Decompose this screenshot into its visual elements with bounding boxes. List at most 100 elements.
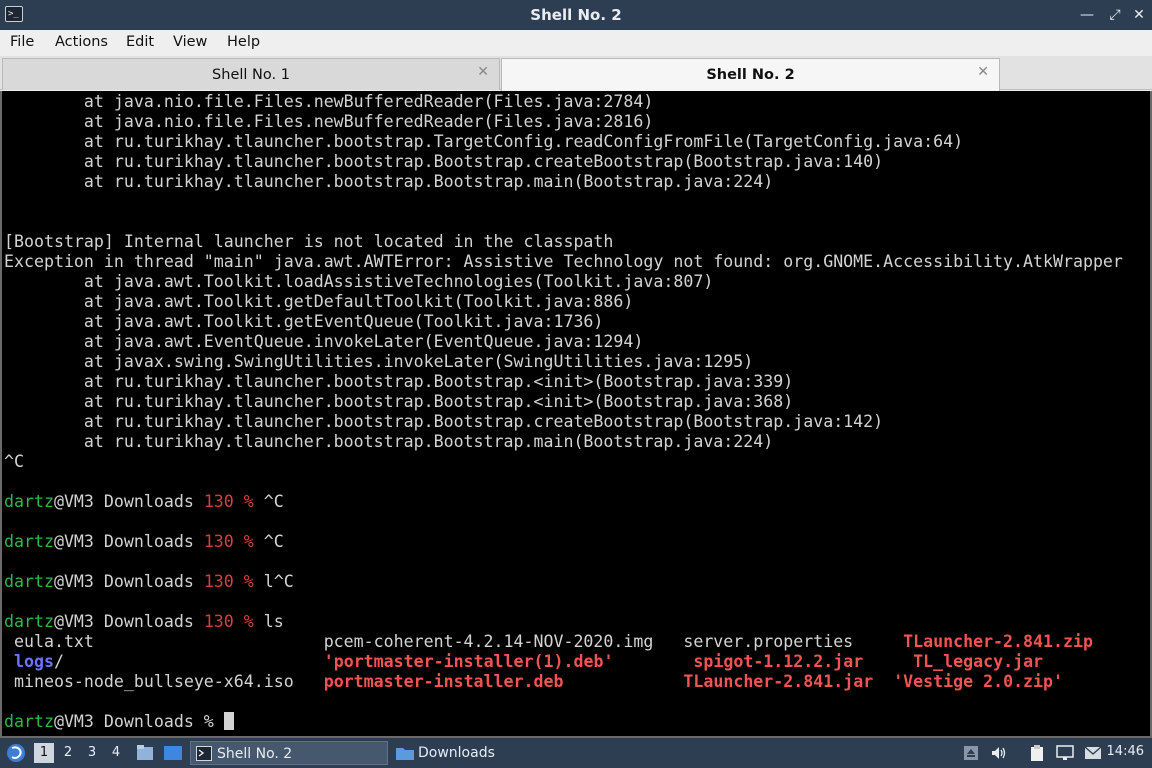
terminal-line: logs/ 'portmaster-installer(1).deb' spig… <box>4 652 1043 672</box>
menu-actions[interactable]: Actions <box>55 34 108 50</box>
app-menu-icon[interactable] <box>5 742 27 764</box>
terminal-output[interactable]: at java.nio.file.Files.newBufferedReader… <box>0 91 1152 738</box>
terminal-line: eula.txt pcem-coherent-4.2.14-NOV-2020.i… <box>4 632 1093 652</box>
terminal-line: at java.nio.file.Files.newBufferedReader… <box>4 92 653 112</box>
tab-shell-2[interactable]: Shell No. 2 ✕ <box>501 58 1000 91</box>
task-shell-no-2[interactable]: Shell No. 2 <box>190 741 388 765</box>
terminal-line: at ru.turikhay.tlauncher.bootstrap.Boots… <box>4 172 773 192</box>
tab-close-icon[interactable]: ✕ <box>977 64 989 80</box>
terminal-text: 130 % <box>203 532 254 551</box>
terminal-text: 130 % <box>203 572 254 591</box>
menu-view[interactable]: View <box>173 34 207 50</box>
menu-file[interactable]: File <box>10 34 34 50</box>
terminal-text: TLauncher-2.841.zip <box>903 632 1093 651</box>
terminal-text: logs <box>14 652 54 671</box>
terminal-icon <box>196 746 212 761</box>
terminal-text: ^C <box>4 452 24 471</box>
clock[interactable]: 14:46 <box>1107 744 1144 759</box>
terminal-text: at ru.turikhay.tlauncher.bootstrap.Boots… <box>4 392 794 411</box>
terminal-line: at java.awt.Toolkit.getDefaultToolkit(To… <box>4 292 633 312</box>
volume-icon[interactable] <box>990 744 1008 762</box>
terminal-text: at ru.turikhay.tlauncher.bootstrap.Boots… <box>4 372 794 391</box>
terminal-text: @VM3 Downloads <box>53 492 204 511</box>
folder-icon <box>396 748 414 760</box>
terminal-text: spigot-1.12.2.jar <box>693 652 864 671</box>
terminal-line: mineos-node_bullseye-x64.iso portmaster-… <box>4 672 1063 692</box>
tab-close-icon[interactable]: ✕ <box>477 64 489 80</box>
terminal-text: at ru.turikhay.tlauncher.bootstrap.Boots… <box>4 152 884 171</box>
terminal-text: at ru.turikhay.tlauncher.bootstrap.Targe… <box>4 132 964 151</box>
terminal-line: at java.nio.file.Files.newBufferedReader… <box>4 112 653 132</box>
terminal-text: dartz <box>4 492 54 511</box>
terminal-text: at java.nio.file.Files.newBufferedReader… <box>4 112 654 131</box>
terminal-line: at javax.swing.SwingUtilities.invokeLate… <box>4 352 753 372</box>
terminal-text: @VM3 Downloads <box>53 532 204 551</box>
terminal-line: [Bootstrap] Internal launcher is not loc… <box>4 232 613 252</box>
show-desktop-icon[interactable] <box>163 744 183 762</box>
terminal-line: at java.awt.Toolkit.loadAssistiveTechnol… <box>4 272 713 292</box>
terminal-line: ^C <box>4 452 24 472</box>
terminal-text: / <box>53 652 324 671</box>
terminal-text: at java.awt.EventQueue.invokeLater(Event… <box>4 332 644 351</box>
terminal-text: at javax.swing.SwingUtilities.invokeLate… <box>4 352 754 371</box>
terminal-text: Exception in thread "main" java.awt.AWTE… <box>4 252 1123 271</box>
menu-edit[interactable]: Edit <box>126 34 154 50</box>
notification-icon[interactable] <box>1084 744 1102 762</box>
terminal-line: at ru.turikhay.tlauncher.bootstrap.Boots… <box>4 372 793 392</box>
terminal-line: dartz@VM3 Downloads 130 % ^C <box>4 532 284 552</box>
file-manager-launcher-icon[interactable] <box>136 744 154 762</box>
terminal-line: at ru.turikhay.tlauncher.bootstrap.Boots… <box>4 432 773 452</box>
terminal-text: 'portmaster-installer(1).deb' <box>323 652 614 671</box>
terminal-text: @VM3 Downloads % <box>53 712 224 731</box>
terminal-text: mineos-node_bullseye-x64.iso <box>4 672 324 691</box>
network-icon[interactable] <box>1056 744 1074 762</box>
terminal-text: dartz <box>4 572 54 591</box>
minimize-button[interactable]: — <box>1078 5 1096 25</box>
terminal-text: dartz <box>4 532 54 551</box>
workspace-1[interactable]: 1 <box>34 743 54 763</box>
terminal-text: dartz <box>4 712 54 731</box>
title-bar[interactable]: >_ Shell No. 2 — ⤢ ✕ <box>0 0 1152 30</box>
tab-shell-1[interactable]: Shell No. 1 ✕ <box>2 58 500 90</box>
terminal-text: ls <box>253 612 284 631</box>
terminal-text: @VM3 Downloads <box>53 612 204 631</box>
task-label: Shell No. 2 <box>217 746 293 762</box>
maximize-button[interactable]: ⤢ <box>1106 5 1124 25</box>
window-title: Shell No. 2 <box>530 6 622 24</box>
menu-bar: File Actions Edit View Help <box>0 30 1152 56</box>
menu-help[interactable]: Help <box>227 34 260 50</box>
workspace-4[interactable]: 4 <box>106 743 126 763</box>
terminal-text: eula.txt pcem-coherent-4.2.14-NOV-2020.i… <box>4 632 904 651</box>
clipboard-icon[interactable] <box>1028 744 1046 762</box>
tab-label: Shell No. 1 <box>212 67 290 83</box>
terminal-line: at ru.turikhay.tlauncher.bootstrap.Boots… <box>4 412 883 432</box>
terminal-text: 'Vestige 2.0.zip' <box>893 672 1064 691</box>
terminal-text: at java.nio.file.Files.newBufferedReader… <box>4 92 654 111</box>
terminal-line: dartz@VM3 Downloads % <box>4 712 234 732</box>
workspace-2[interactable]: 2 <box>58 743 78 763</box>
taskbar: 1 2 3 4 Shell No. 2 Downloads 14:46 <box>0 738 1152 768</box>
close-button[interactable]: ✕ <box>1130 5 1148 25</box>
terminal-text: ^C <box>253 492 284 511</box>
task-downloads[interactable]: Downloads <box>392 741 590 765</box>
workspace-3[interactable]: 3 <box>82 743 102 763</box>
terminal-line: at java.awt.Toolkit.getEventQueue(Toolki… <box>4 312 604 332</box>
terminal-text: portmaster-installer.deb <box>323 672 564 691</box>
tab-bar: Shell No. 1 ✕ Shell No. 2 ✕ <box>0 56 1152 91</box>
terminal-text: at ru.turikhay.tlauncher.bootstrap.Boots… <box>4 412 884 431</box>
eject-icon[interactable] <box>962 744 980 762</box>
terminal-text: dartz <box>4 612 54 631</box>
terminal-text: at ru.turikhay.tlauncher.bootstrap.Boots… <box>4 432 774 451</box>
terminal-text: at ru.turikhay.tlauncher.bootstrap.Boots… <box>4 172 774 191</box>
terminal-text: [Bootstrap] Internal launcher is not loc… <box>4 232 614 251</box>
terminal-text: at java.awt.Toolkit.loadAssistiveTechnol… <box>4 272 714 291</box>
terminal-text: 130 % <box>203 612 254 631</box>
terminal-line: at java.awt.EventQueue.invokeLater(Event… <box>4 332 643 352</box>
terminal-text: at java.awt.Toolkit.getEventQueue(Toolki… <box>4 312 604 331</box>
terminal-line: at ru.turikhay.tlauncher.bootstrap.Boots… <box>4 152 883 172</box>
